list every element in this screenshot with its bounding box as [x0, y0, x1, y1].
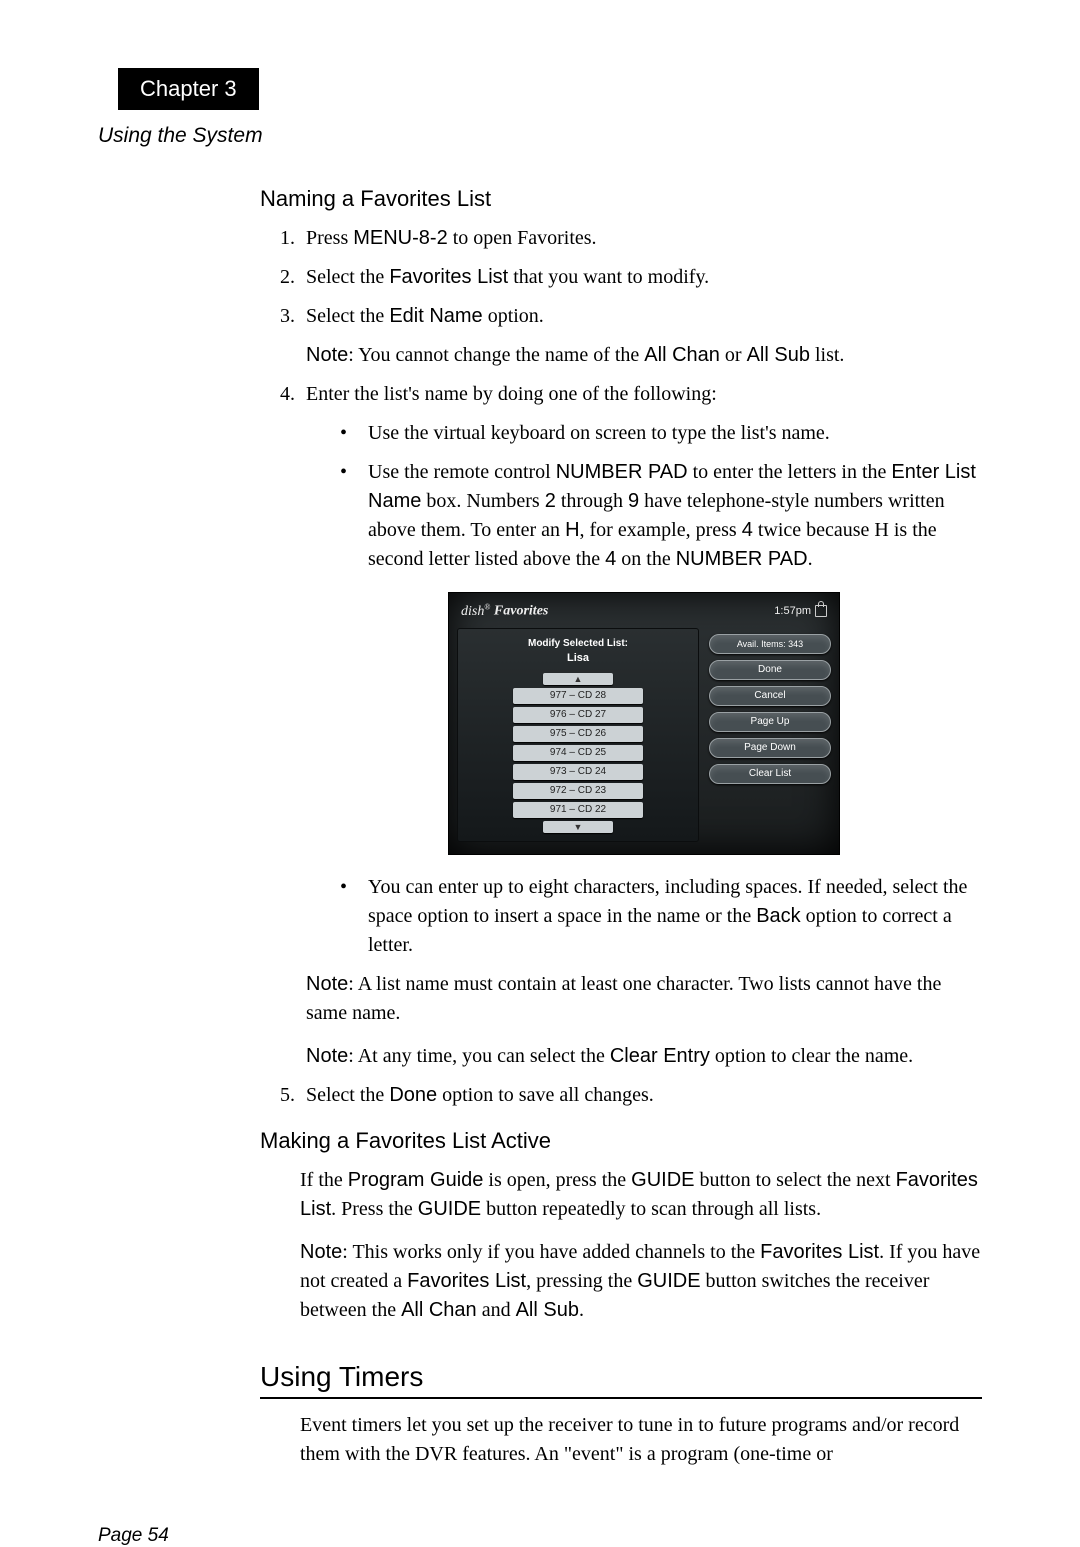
bullet-keyboard: Use the virtual keyboard on screen to ty… — [340, 419, 982, 448]
step-3: Select the Edit Name option. Note: You c… — [300, 302, 982, 370]
bullet-eight-chars: You can enter up to eight characters, in… — [340, 873, 982, 960]
heading-active: Making a Favorites List Active — [260, 1128, 982, 1154]
channel-row[interactable]: 976 – CD 27 — [513, 707, 643, 723]
list-name: Lisa — [466, 651, 690, 667]
chapter-tab: Chapter 3 — [118, 68, 259, 110]
clear-list-button[interactable]: Clear List — [709, 764, 831, 784]
cancel-button[interactable]: Cancel — [709, 686, 831, 706]
avail-items-label: Avail. Items: 343 — [709, 634, 831, 654]
logo-icon: dish® — [461, 604, 490, 619]
heading-timers: Using Timers — [260, 1361, 982, 1399]
channel-row[interactable]: 971 – CD 22 — [513, 802, 643, 818]
scroll-up-button[interactable]: ▲ — [543, 673, 613, 685]
channel-row[interactable]: 973 – CD 24 — [513, 764, 643, 780]
scroll-down-button[interactable]: ▼ — [543, 821, 613, 833]
step-5: Select the Done option to save all chang… — [300, 1081, 982, 1110]
page-number: Page 54 — [98, 1525, 1080, 1547]
page-up-button[interactable]: Page Up — [709, 712, 831, 732]
modify-label: Modify Selected List: — [466, 637, 690, 652]
heading-naming: Naming a Favorites List — [260, 186, 982, 212]
channel-row[interactable]: 977 – CD 28 — [513, 688, 643, 704]
channel-row[interactable]: 972 – CD 23 — [513, 783, 643, 799]
bullet-numberpad: Use the remote control NUMBER PAD to ent… — [340, 458, 982, 574]
time-label: 1:57pm — [774, 604, 811, 620]
step-1: Press MENU-8-2 to open Favorites. — [300, 224, 982, 253]
step-4: Enter the list's name by doing one of th… — [300, 380, 982, 1071]
done-button[interactable]: Done — [709, 660, 831, 680]
step-2: Select the Favorites List that you want … — [300, 263, 982, 292]
active-p1: If the Program Guide is open, press the … — [300, 1166, 982, 1224]
lock-icon — [815, 605, 827, 617]
page-down-button[interactable]: Page Down — [709, 738, 831, 758]
active-p2: Note: This works only if you have added … — [300, 1238, 982, 1325]
favorites-screenshot: dish® Favorites 1:57pm Modify Selected L… — [448, 592, 840, 855]
section-header: Using the System — [98, 124, 1080, 148]
timers-p1: Event timers let you set up the receiver… — [300, 1411, 982, 1469]
channel-row[interactable]: 974 – CD 25 — [513, 745, 643, 761]
channel-row[interactable]: 975 – CD 26 — [513, 726, 643, 742]
